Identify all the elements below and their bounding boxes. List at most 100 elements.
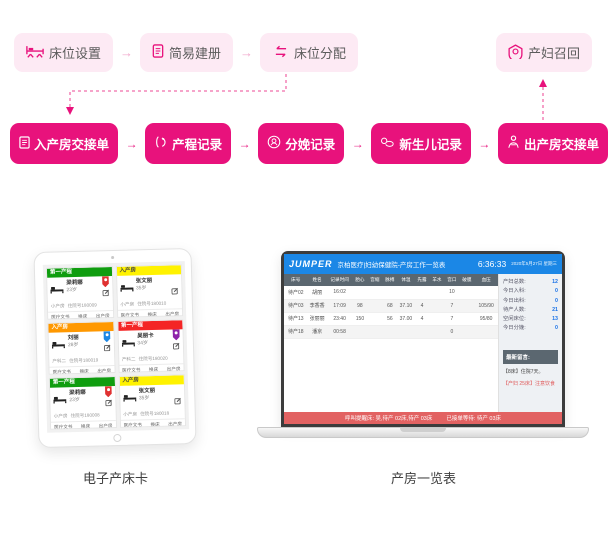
clock-date: 2020年5月27日 星期三	[511, 261, 557, 266]
medical-docs-link[interactable]: 医疗文书	[53, 369, 72, 375]
tablet-screen: 第一产程 梁莉娜 23岁 小产房 住院号180009 医疗文书 换床 出产房 入产房 张…	[42, 261, 190, 433]
ward-label: 小产房	[50, 303, 65, 309]
cell	[429, 286, 445, 300]
medical-docs-link[interactable]: 医疗文书	[122, 367, 141, 373]
cell: 待产03	[284, 299, 308, 313]
patient-board-table: 床号 姓名 记录时间 胎心 宫缩 脉搏 体温 先露 羊水 宫口 破膜 血压 待产…	[284, 274, 498, 412]
patient-age: 23岁	[66, 287, 78, 294]
medical-docs-link[interactable]: 医疗文书	[51, 314, 70, 320]
col-header: 宫缩	[367, 274, 383, 286]
cell	[474, 286, 498, 300]
laptop-caption: 产房一览表	[390, 471, 456, 486]
cell	[459, 286, 475, 300]
col-header: 羊水	[429, 274, 445, 286]
bed-allocate-label: 床位分配	[294, 46, 347, 61]
bed-setup-button[interactable]: 床位设置	[14, 33, 114, 72]
handover-out-button[interactable]: 出产房交接单	[497, 123, 608, 164]
jumper-logo: JUMPER	[289, 259, 333, 269]
leave-room-link[interactable]: 出产房	[168, 421, 182, 427]
cell	[397, 325, 415, 339]
maternal-recall-button[interactable]: 产妇召回	[496, 33, 593, 72]
arrow-right-icon: →	[240, 45, 254, 60]
change-bed-link[interactable]: 换床	[78, 314, 87, 320]
bed-card[interactable]: 第一产程 梁莉娜 23岁 小产房 住院号180008 医疗文书 换床 出产房	[48, 376, 117, 430]
leave-room-link[interactable]: 出产房	[167, 366, 181, 372]
medical-docs-link[interactable]: 医疗文书	[123, 422, 142, 428]
message-item: 【产妇 25床】注意饮食	[503, 380, 555, 387]
simple-register-button[interactable]: 简易建册	[140, 33, 234, 72]
alert-footer-right: 已接单等待: 待产 03床	[446, 416, 502, 422]
bed-allocate-button[interactable]: 床位分配	[260, 33, 359, 72]
tablet-home-button	[113, 433, 122, 443]
cell: 待产02	[284, 286, 308, 300]
cell	[459, 299, 475, 313]
bed-card[interactable]: 入产房 刘丽 28岁 产科二 住院号180019 医疗文书 换床 出产房	[47, 321, 116, 375]
cell	[414, 286, 430, 300]
change-bed-link[interactable]: 换床	[150, 422, 159, 428]
bed-card[interactable]: 第一产程 梁莉娜 23岁 小产房 住院号180009 医疗文书 换床 出产房	[45, 266, 114, 320]
cell: 胡丽	[307, 286, 327, 300]
cell: 00:58	[326, 325, 353, 339]
cell	[367, 325, 383, 339]
col-header: 床号	[284, 274, 308, 286]
cell: 23:40	[326, 312, 353, 326]
col-header: 血压	[474, 274, 498, 286]
arrow-right-icon: →	[478, 136, 491, 151]
change-bed-link[interactable]: 换床	[148, 312, 157, 318]
cell	[459, 312, 475, 326]
change-bed-link[interactable]: 换床	[79, 369, 88, 375]
stat-row: 产妇总数: 12	[503, 279, 558, 285]
cell: 10	[444, 286, 460, 300]
cell	[414, 325, 430, 339]
handover-in-button[interactable]: 入产房交接单	[10, 123, 119, 164]
laptop-base	[257, 427, 589, 438]
delivery-record-label: 分娩记录	[285, 138, 336, 152]
leave-room-link[interactable]: 出产房	[96, 313, 110, 319]
flow-main-row: 入产房交接单 → 产程记录 → 分娩记录 → 新生儿记录 → 出产房交接单	[10, 123, 608, 164]
bed-card[interactable]: 入产房 张文丽 35岁 小产房 住院号180018 医疗文书 换床 出产房	[118, 374, 187, 428]
leave-room-link[interactable]: 出产房	[97, 368, 111, 374]
cell: 李香香	[307, 299, 327, 313]
cell	[367, 312, 383, 326]
cell	[474, 325, 498, 339]
bed-card[interactable]: 入产房 张文丽 35岁 小产房 住院号180010 医疗文书 换床 出产房	[115, 264, 184, 318]
bed-icon	[119, 279, 134, 297]
medical-docs-link[interactable]: 医疗文书	[54, 424, 73, 430]
delivery-record-button[interactable]: 分娩记录	[258, 123, 345, 164]
laptop-base-notch	[400, 428, 446, 432]
change-bed-link[interactable]: 换床	[81, 424, 90, 430]
newborn-record-label: 新生儿记录	[399, 138, 462, 152]
labor-record-label: 产程记录	[172, 138, 223, 152]
stat-row: 待产人数: 21	[503, 306, 558, 313]
tablet-caption: 电子产床卡	[82, 471, 148, 486]
col-header: 记录时间	[326, 274, 353, 286]
handover-out-label: 出产房交接单	[523, 138, 599, 152]
cell: 0	[444, 325, 460, 339]
admission-no: 住院号180018	[139, 410, 170, 417]
bed-setup-label: 床位设置	[49, 46, 102, 61]
table-row: 待产02 胡丽 16:02 10	[284, 286, 498, 300]
table-row: 待产03 李香香 17:09 98 68 37.10 4 7 105/90	[284, 299, 498, 313]
labor-record-button[interactable]: 产程记录	[145, 123, 232, 164]
edit-icon[interactable]	[174, 391, 181, 409]
change-bed-link[interactable]: 换床	[149, 367, 158, 373]
col-header: 宫口	[444, 274, 460, 286]
cell: 37.00	[397, 312, 415, 326]
cell: 待产13	[284, 312, 308, 326]
leave-room-link[interactable]: 出产房	[165, 311, 179, 317]
clock-time: 6:36:33	[477, 259, 507, 269]
alert-footer-left: 呼叫提醒床: 吴,待产 02床,待产 03床	[344, 416, 433, 422]
leave-room-link[interactable]: 出产房	[99, 423, 113, 429]
cell: 16:02	[326, 286, 353, 300]
cell	[397, 286, 415, 300]
cell	[352, 286, 368, 300]
newborn-icon	[380, 136, 395, 152]
edit-icon[interactable]	[171, 281, 178, 299]
cell	[367, 299, 383, 313]
cell: 待产18	[284, 325, 308, 339]
medical-docs-link[interactable]: 医疗文书	[121, 312, 140, 318]
newborn-record-button[interactable]: 新生儿记录	[371, 123, 471, 164]
app-title: 京柏医疗|妇幼保健院-产房工作一览表	[337, 262, 446, 269]
swap-arrows-icon	[272, 45, 289, 61]
bed-card[interactable]: 第一产程 吴丽卡 34岁 产科二 住院号180020 医疗文书 换床 出产房	[116, 319, 185, 373]
